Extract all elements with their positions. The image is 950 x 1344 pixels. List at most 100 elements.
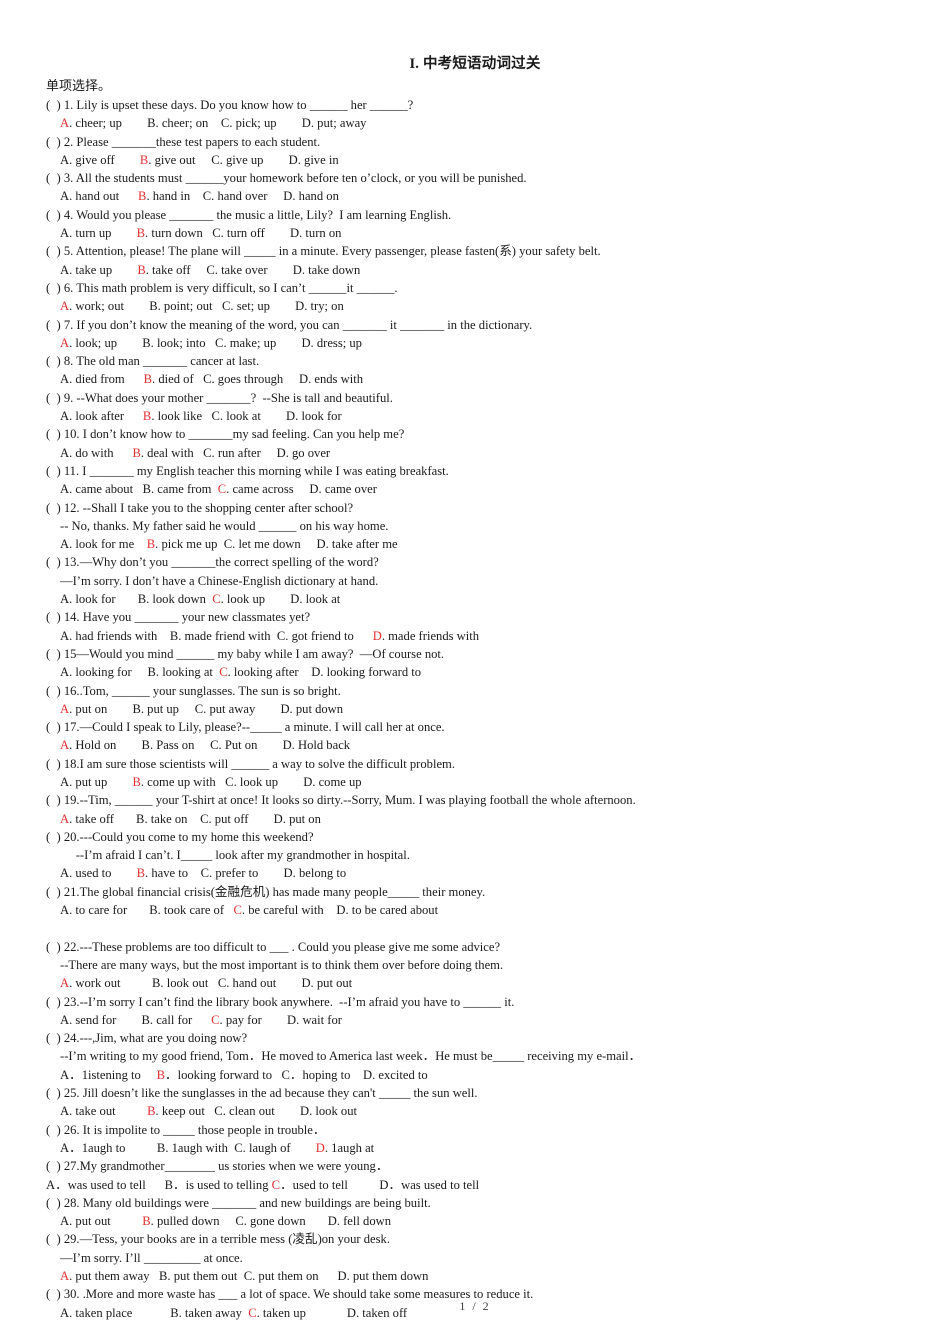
option-a[interactable]: A. put up (60, 775, 107, 789)
option-d[interactable]: D. put them down (337, 1269, 428, 1283)
option-c[interactable]: C. gone down (235, 1214, 305, 1228)
option-a[interactable]: A. to care for (60, 903, 127, 917)
option-c[interactable]: C. hand over (203, 189, 268, 203)
option-b[interactable]: B. 1augh with (157, 1141, 228, 1155)
option-d[interactable]: D. put on (274, 812, 321, 826)
option-b[interactable]: B. take off (137, 263, 190, 277)
option-d[interactable]: D. go over (277, 446, 331, 460)
option-d[interactable]: D. look out (300, 1104, 357, 1118)
option-a[interactable]: A. turn up (60, 226, 111, 240)
option-c[interactable]: C. turn off (212, 226, 265, 240)
option-b[interactable]: B. pick me up (147, 537, 218, 551)
option-a[interactable]: A. looking for (60, 665, 132, 679)
option-c[interactable]: C. look up (225, 775, 278, 789)
option-b[interactable]: B. turn down (137, 226, 203, 240)
option-d[interactable]: D. belong to (284, 866, 347, 880)
option-b[interactable]: B. made friend with (170, 629, 271, 643)
option-d[interactable]: D. put down (280, 702, 343, 716)
option-d[interactable]: D. come up (303, 775, 361, 789)
option-a[interactable]: A. put on (60, 702, 107, 716)
option-a[interactable]: A. hand out (60, 189, 119, 203)
option-b[interactable]: B. look down (138, 592, 206, 606)
option-d[interactable]: D. dress; up (301, 336, 362, 350)
option-b[interactable]: B. Pass on (142, 738, 195, 752)
option-c[interactable]: C. came across (218, 482, 294, 496)
option-c[interactable]: C. look at (212, 409, 261, 423)
option-d[interactable]: D. made friends with (373, 629, 479, 643)
option-d[interactable]: D. fell down (328, 1214, 391, 1228)
option-a[interactable]: A. take out (60, 1104, 116, 1118)
option-a[interactable]: A. work; out (60, 299, 124, 313)
option-b[interactable]: B. take on (136, 812, 187, 826)
option-d[interactable]: D. put out (301, 976, 352, 990)
option-d[interactable]: D. looking forward to (311, 665, 421, 679)
option-a[interactable]: A. Hold on (60, 738, 116, 752)
option-b[interactable]: B. have to (137, 866, 188, 880)
option-d[interactable]: D. to be cared about (336, 903, 438, 917)
option-a[interactable]: A. take off (60, 812, 114, 826)
option-d[interactable]: D. 1augh at (316, 1141, 374, 1155)
option-c[interactable]: C. put away (195, 702, 256, 716)
option-c[interactable]: C．hoping to (281, 1068, 350, 1082)
option-b[interactable]: B. give out (140, 153, 196, 167)
option-a[interactable]: A. cheer; up (60, 116, 122, 130)
option-d[interactable]: D. put; away (302, 116, 367, 130)
option-c[interactable]: C. give up (211, 153, 263, 167)
option-a[interactable]: A. send for (60, 1013, 116, 1027)
option-c[interactable]: C. let me down (224, 537, 301, 551)
option-b[interactable]: B. look out (152, 976, 208, 990)
option-a[interactable]: A. died from (60, 372, 125, 386)
option-c[interactable]: C. put off (200, 812, 248, 826)
option-b[interactable]: B. came from (143, 482, 212, 496)
option-b[interactable]: B. deal with (132, 446, 193, 460)
option-a[interactable]: A. do with (60, 446, 114, 460)
option-b[interactable]: B. put them out (159, 1269, 237, 1283)
option-a[interactable]: A. used to (60, 866, 111, 880)
option-d[interactable]: D．was used to tell (379, 1178, 479, 1192)
option-b[interactable]: B. point; out (149, 299, 212, 313)
option-d[interactable]: D. take after me (316, 537, 397, 551)
option-d[interactable]: D. wait for (287, 1013, 342, 1027)
option-d[interactable]: D. came over (309, 482, 377, 496)
option-c[interactable]: C. looking after (219, 665, 298, 679)
option-c[interactable]: C. got friend to (277, 629, 354, 643)
option-a[interactable]: A. give off (60, 153, 115, 167)
option-a[interactable]: A. put them away (60, 1269, 150, 1283)
option-d[interactable]: D. turn on (290, 226, 341, 240)
option-c[interactable]: C. look up (212, 592, 265, 606)
option-b[interactable]: B. looking at (147, 665, 212, 679)
option-a[interactable]: A．1augh to (60, 1141, 125, 1155)
option-c[interactable]: C. run after (203, 446, 261, 460)
option-d[interactable]: D. take down (293, 263, 361, 277)
option-c[interactable]: C. take over (206, 263, 267, 277)
option-b[interactable]: B. call for (142, 1013, 193, 1027)
option-c[interactable]: C. pay for (211, 1013, 262, 1027)
option-c[interactable]: C. pick; up (221, 116, 277, 130)
option-a[interactable]: A．was used to tell (46, 1178, 146, 1192)
option-b[interactable]: B. cheer; on (147, 116, 208, 130)
option-c[interactable]: C. hand out (218, 976, 276, 990)
option-d[interactable]: D. ends with (299, 372, 363, 386)
option-c[interactable]: C. put them on (244, 1269, 319, 1283)
option-d[interactable]: D. give in (289, 153, 339, 167)
option-a[interactable]: A. had friends with (60, 629, 157, 643)
option-b[interactable]: B. look like (143, 409, 202, 423)
option-a[interactable]: A. look; up (60, 336, 117, 350)
option-b[interactable]: B. pulled down (142, 1214, 219, 1228)
option-c[interactable]: C. set; up (222, 299, 270, 313)
option-a[interactable]: A. put out (60, 1214, 111, 1228)
option-c[interactable]: C. make; up (215, 336, 276, 350)
option-c[interactable]: C. Put on (210, 738, 257, 752)
option-c[interactable]: C. clean out (214, 1104, 275, 1118)
option-d[interactable]: D. Hold back (283, 738, 351, 752)
option-c[interactable]: C. laugh of (234, 1141, 290, 1155)
option-a[interactable]: A．1istening to (60, 1068, 141, 1082)
option-a[interactable]: A. came about (60, 482, 133, 496)
option-b[interactable]: B. hand in (138, 189, 190, 203)
option-b[interactable]: B. died of (144, 372, 194, 386)
option-b[interactable]: B. put up (132, 702, 179, 716)
option-c[interactable]: C. goes through (203, 372, 283, 386)
option-d[interactable]: D. excited to (363, 1068, 428, 1082)
option-d[interactable]: D. look at (290, 592, 340, 606)
option-b[interactable]: B. look; into (142, 336, 205, 350)
